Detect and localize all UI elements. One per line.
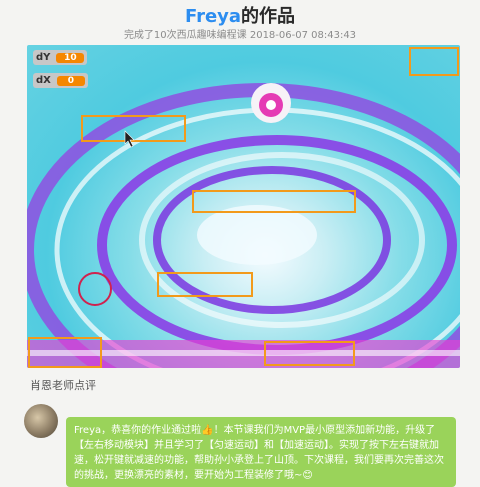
title-suffix: 的作品 (241, 6, 296, 27)
center-glow (197, 205, 317, 265)
target-ring (78, 272, 112, 306)
teacher-avatar[interactable] (24, 404, 58, 438)
author-name[interactable]: Freya (185, 6, 241, 27)
teacher-comment-heading: 肖恩老师点评 (30, 379, 96, 392)
variable-value: 0 (56, 75, 85, 86)
variable-label: dY (36, 52, 51, 63)
floor-stripe-highlight (27, 350, 460, 356)
work-subtitle: 完成了10次西瓜趣味编程课 2018-06-07 08:43:43 (123, 30, 357, 41)
player-sprite-center (266, 100, 276, 110)
collision-box-1 (409, 47, 459, 76)
variable-label: dX (36, 75, 51, 86)
comment-text: Freya，恭喜你的作业通过啦👍！本节课我们为MVP最小原型添加新功能，升级了【… (74, 425, 444, 481)
variable-value: 10 (56, 52, 85, 63)
teacher-comment-bubble: Freya，恭喜你的作业通过啦👍！本节课我们为MVP最小原型添加新功能，升级了【… (66, 417, 456, 487)
variable-monitor-dy: dY 10 (33, 50, 88, 65)
stage-scene (27, 47, 460, 368)
project-stage[interactable]: dY 10 dX 0 (27, 45, 460, 368)
page-title: Freya的作品 (0, 2, 480, 28)
variable-monitor-dx: dX 0 (33, 73, 88, 88)
